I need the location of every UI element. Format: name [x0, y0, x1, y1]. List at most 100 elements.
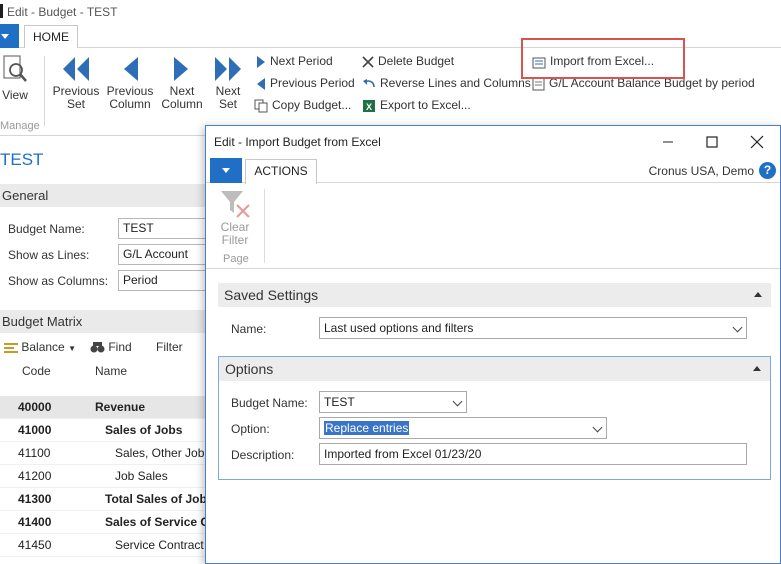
maximize-button[interactable] [702, 132, 722, 152]
copy-icon [254, 99, 268, 113]
row-name: Total Sales of Jobs [105, 492, 208, 506]
chevron-down-icon: ▼ [68, 344, 76, 353]
show-as-columns-field[interactable]: Period [118, 270, 210, 291]
excel-export-icon: X [363, 99, 375, 112]
previous-set-button[interactable]: Previous Set [50, 56, 102, 111]
next-set-label: Next Set [215, 84, 241, 111]
export-to-excel-button[interactable]: X Export to Excel... [362, 96, 471, 114]
next-column-label: Next Column [161, 84, 203, 111]
column-header-name[interactable]: Name [95, 364, 127, 378]
previous-column-button[interactable]: Previous Column [104, 56, 156, 111]
next-set-button[interactable]: Next Set [208, 56, 248, 111]
double-left-arrow-icon [63, 57, 89, 81]
saved-settings-header[interactable]: Saved Settings [218, 283, 771, 307]
saved-settings-name-value: Last used options and filters [324, 321, 474, 335]
close-icon [750, 135, 764, 149]
saved-settings-name-select[interactable]: Last used options and filters [319, 317, 747, 339]
delete-budget-label: Delete Budget [378, 54, 455, 68]
clear-filter-icon [221, 191, 250, 218]
close-button[interactable] [747, 132, 767, 152]
row-name: Sales, Other Job E [115, 446, 208, 460]
description-input[interactable]: Imported from Excel 01/23/20 [319, 443, 747, 465]
background-window-title: Edit - Budget - TEST [7, 5, 118, 19]
balance-button[interactable]: Balance ▼ [4, 340, 76, 354]
next-period-label: Next Period [270, 54, 333, 68]
row-name: Service Contract [115, 538, 204, 552]
option-label: Option: [231, 422, 270, 436]
options-header[interactable]: Options [219, 357, 770, 381]
row-code: 40000 [18, 400, 52, 414]
options-budget-name-select[interactable]: TEST [319, 391, 467, 413]
chevron-down-icon [452, 396, 463, 407]
window-edge-mark [0, 4, 3, 18]
chevron-up-icon[interactable] [753, 366, 761, 371]
find-button[interactable]: Find [90, 340, 132, 354]
row-code: 41100 [18, 446, 51, 460]
chevron-down-icon [592, 422, 603, 433]
budget-name-field[interactable]: TEST [118, 218, 210, 239]
filter-button[interactable]: Filter [156, 340, 183, 354]
clear-filter-button[interactable]: Clear Filter [218, 189, 252, 247]
manage-group-label: Manage [0, 120, 40, 132]
description-value: Imported from Excel 01/23/20 [324, 447, 482, 461]
row-name: Sales of Service Co [105, 515, 208, 529]
budget-matrix-section-header[interactable]: Budget Matrix [0, 310, 210, 333]
ribbon-separator [44, 56, 45, 126]
minimize-button[interactable] [658, 132, 678, 152]
clear-filter-label: Clear Filter [220, 220, 250, 247]
name-label: Name: [231, 322, 267, 336]
row-code: 41200 [18, 469, 52, 483]
table-row[interactable]: 41300 Total Sales of Jobs [0, 488, 210, 511]
table-row[interactable]: 40000 Revenue [0, 396, 210, 419]
reverse-lines-columns-button[interactable]: Reverse Lines and Columns [362, 74, 531, 92]
option-selected-value: Replace entries [324, 421, 410, 435]
show-as-columns-label: Show as Columns: [8, 274, 109, 288]
chevron-down-icon [1, 34, 9, 39]
background-window-titlebar: Edit - Budget - TEST [0, 0, 781, 24]
column-header-code[interactable]: Code [22, 364, 51, 378]
highlight-annotation-box [521, 38, 685, 79]
options-budget-name-label: Budget Name: [231, 396, 308, 410]
general-section-header[interactable]: General [0, 184, 210, 207]
matrix-toolbar: Balance ▼ Find Filter [0, 336, 210, 358]
table-row[interactable]: 41400 Sales of Service Co [0, 511, 210, 534]
next-period-button[interactable]: Next Period [256, 52, 333, 70]
table-row[interactable]: 41450 Service Contract [0, 534, 210, 557]
help-icon[interactable]: ? [759, 162, 776, 179]
table-row[interactable]: 41200 Job Sales [0, 465, 210, 488]
view-button[interactable]: View [0, 54, 30, 102]
view-label: View [2, 88, 28, 102]
show-as-lines-label: Show as Lines: [8, 248, 90, 262]
reverse-lines-columns-label: Reverse Lines and Columns [380, 76, 531, 90]
tab-actions[interactable]: ACTIONS [245, 159, 317, 184]
row-code: 41000 [18, 423, 52, 437]
dialog-menu-button[interactable] [210, 158, 242, 183]
copy-budget-label: Copy Budget... [272, 98, 352, 112]
row-name: Revenue [95, 400, 146, 414]
app-menu-button[interactable] [0, 24, 19, 48]
options-budget-name-value: TEST [324, 395, 355, 409]
ribbon-separator [264, 189, 265, 263]
table-row[interactable]: 41100 Sales, Other Job E [0, 442, 210, 465]
table-row[interactable]: 41000 Sales of Jobs [0, 419, 210, 442]
find-label: Find [108, 340, 132, 354]
previous-set-label: Previous Set [52, 84, 100, 111]
page-title: TEST [0, 150, 44, 169]
delete-budget-button[interactable]: Delete Budget [362, 52, 454, 70]
description-label: Description: [231, 448, 295, 462]
chevron-up-icon[interactable] [754, 292, 762, 297]
option-select[interactable]: Replace entries [319, 417, 607, 439]
tab-home[interactable]: HOME [24, 25, 78, 49]
show-as-lines-field[interactable]: G/L Account [118, 244, 210, 265]
left-arrow-icon [124, 57, 138, 81]
view-icon [3, 55, 27, 82]
dialog-title: Edit - Import Budget from Excel [214, 135, 381, 149]
saved-settings-title: Saved Settings [224, 287, 319, 303]
dialog-titlebar: Edit - Import Budget from Excel [206, 126, 780, 158]
row-name: Job Sales [115, 469, 168, 483]
next-column-button[interactable]: Next Column [158, 56, 206, 111]
copy-budget-button[interactable]: Copy Budget... [254, 96, 351, 114]
page-group-label: Page [223, 253, 249, 265]
previous-period-button[interactable]: Previous Period [256, 74, 355, 92]
previous-column-label: Previous Column [106, 84, 154, 111]
